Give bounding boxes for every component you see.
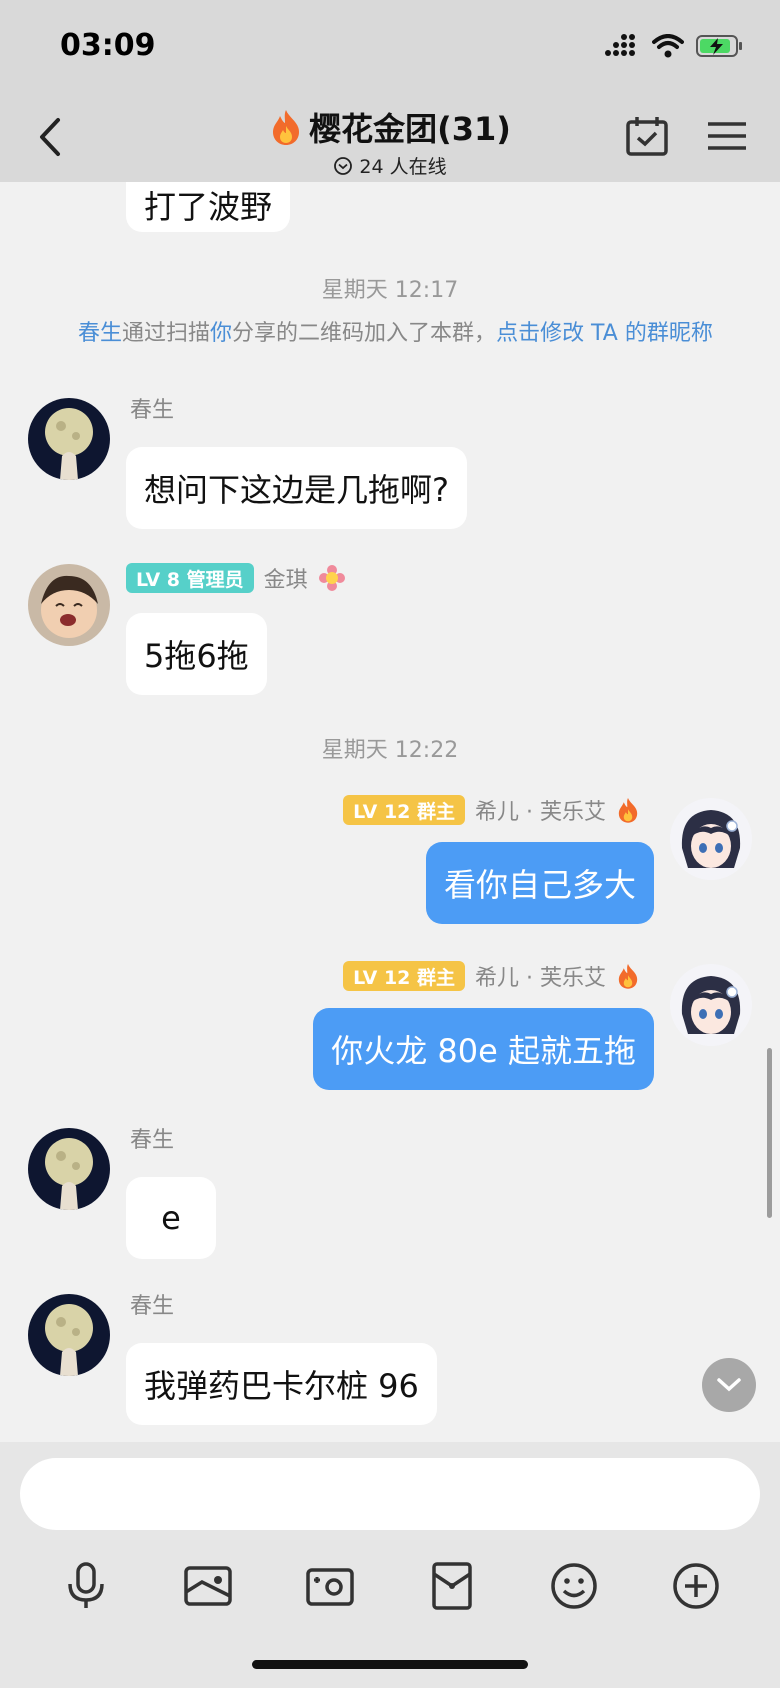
home-indicator[interactable] [252,1660,528,1669]
sender-name: 希儿 · 芙乐艾 [475,800,606,825]
signal-icon [605,34,635,56]
menu-icon[interactable] [706,116,748,156]
scroll-to-bottom-button[interactable] [702,1358,756,1412]
microphone-icon[interactable] [60,1560,112,1612]
plus-icon[interactable] [670,1560,722,1612]
message-bubble[interactable]: e [126,1177,216,1259]
owner-badge: LV 12 群主 [343,795,466,825]
scrollbar-thumb[interactable] [767,1048,772,1218]
chat-message-list[interactable]: 打了波野 星期天 12:17 春生通过扫描你分享的二维码加入了本群，点击修改 T… [0,182,780,1442]
message-bubble[interactable]: 想问下这边是几拖啊? [126,447,467,529]
avatar[interactable] [28,398,110,480]
anime-avatar-image [670,798,752,880]
sender-name: 春生 [130,1128,175,1153]
status-bar: 03:09 [0,0,780,96]
image-icon[interactable] [182,1560,234,1612]
avatar[interactable] [28,1128,110,1210]
sender-meta: LV 12 群主 希儿 · 芙乐艾 [343,794,640,826]
message-bubble-outgoing[interactable]: 看你自己多大 [425,842,654,924]
avatar[interactable] [670,798,752,880]
sender-name: 金琪 [263,568,308,593]
chevron-down-icon [717,1378,741,1392]
sender-meta: LV 8 管理员 金琪 [126,562,346,594]
avatar[interactable] [28,564,110,646]
child-avatar-image [28,564,110,646]
notice-member-link[interactable]: 春生 [78,321,122,346]
avatar[interactable] [670,964,752,1046]
notice-you-link[interactable]: 你 [210,321,232,346]
status-icons [604,34,744,58]
fire-icon [618,798,638,823]
message-bubble-outgoing[interactable]: 你火龙 80e 起就五拖 [313,1008,654,1090]
online-count: 24 人在线 [359,156,447,178]
wifi-icon [652,34,684,58]
moon-avatar-image [28,1294,110,1376]
chat-header: 樱花金团(31) 24 人在线 [0,96,780,182]
sender-name: 春生 [130,1294,175,1319]
flower-emoji-icon [318,565,345,591]
emoji-icon[interactable] [548,1560,600,1612]
status-time: 03:09 [60,28,156,63]
camera-icon[interactable] [304,1560,356,1612]
message-bubble[interactable]: 5拖6拖 [126,613,267,695]
input-toolbar [0,1552,780,1622]
edit-nickname-link[interactable]: 点击修改 TA 的群昵称 [496,321,713,346]
sender-name: 春生 [130,398,175,423]
chevron-down-circle-icon [334,156,353,175]
fire-icon [618,964,638,989]
moon-avatar-image [28,1128,110,1210]
message-bubble[interactable]: 我弹药巴卡尔桩 96 [126,1343,437,1425]
admin-badge: LV 8 管理员 [126,563,254,593]
battery-charging-icon [696,35,742,57]
moon-avatar-image [28,398,110,480]
fire-icon [273,110,300,145]
sender-meta: LV 12 群主 希儿 · 芙乐艾 [343,960,640,992]
system-notice: 春生通过扫描你分享的二维码加入了本群，点击修改 TA 的群昵称 [78,321,713,346]
timestamp: 星期天 12:22 [321,738,459,763]
avatar[interactable] [28,1294,110,1376]
chat-title: 樱花金团(31) [309,110,511,148]
timestamp: 星期天 12:17 [321,278,459,303]
anime-avatar-image [670,964,752,1046]
message-bubble[interactable]: 打了波野 [126,182,291,232]
sender-name: 希儿 · 芙乐艾 [475,966,606,991]
calendar-check-icon[interactable] [624,114,670,160]
message-input[interactable] [20,1458,760,1530]
input-bar [0,1442,780,1688]
red-packet-icon[interactable] [426,1560,478,1612]
owner-badge: LV 12 群主 [343,961,466,991]
